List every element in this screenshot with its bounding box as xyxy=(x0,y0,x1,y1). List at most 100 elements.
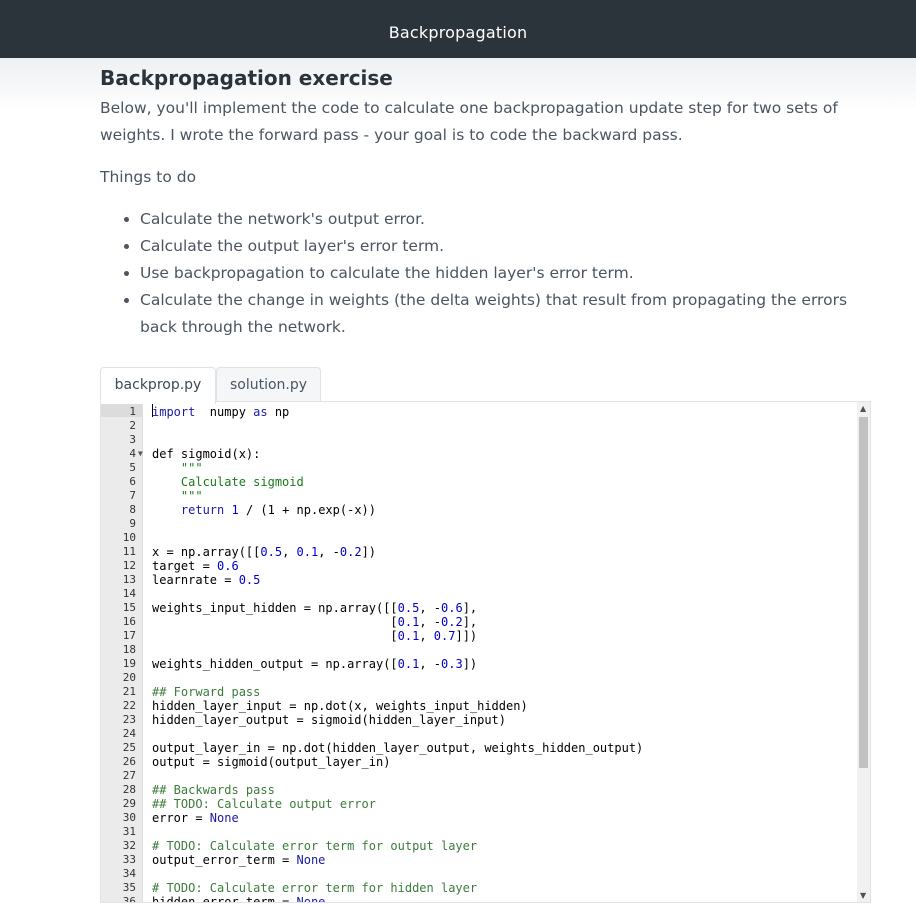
code-line[interactable]: 10 xyxy=(101,531,842,545)
code-lines[interactable]: 1 import numpy as np 2 3 4 ▼ def sigmoid(x): 5 … xyxy=(101,405,842,903)
line-number: 4 xyxy=(129,447,136,460)
code-line[interactable]: 3 xyxy=(101,433,842,447)
code-line[interactable]: 23 hidden_layer_output = sigmoid(hidden_l… xyxy=(101,713,842,727)
intro-paragraph: Below, you'll implement the code to calc… xyxy=(100,99,838,144)
code-line[interactable]: 19 weights_hidden_output = np.array([0.1,… xyxy=(101,657,842,671)
code-line[interactable]: 27 xyxy=(101,769,842,783)
line-number: 1 xyxy=(129,405,136,418)
code-token: , - xyxy=(419,601,442,615)
code-token: , - xyxy=(419,615,442,629)
code-line[interactable]: 34 xyxy=(101,867,842,881)
vertical-scrollbar[interactable]: ▲ ▼ xyxy=(857,402,870,902)
line-number: 5 xyxy=(129,461,136,474)
code-text: target = 0.6 xyxy=(152,559,239,573)
code-line[interactable]: 16 [0.1, -0.2], xyxy=(101,615,842,629)
line-number: 15 xyxy=(122,601,136,614)
code-token: weights_input_hidden = np.array([[ xyxy=(152,601,398,615)
code-token: 0.1 xyxy=(397,629,420,643)
code-text: output_error_term = None xyxy=(152,853,325,867)
code-line[interactable]: 18 xyxy=(101,643,842,657)
code-line[interactable]: 15 weights_input_hidden = np.array([[0.5,… xyxy=(101,601,842,615)
line-number: 22 xyxy=(122,699,136,712)
code-line[interactable]: 9 xyxy=(101,517,842,531)
code-line[interactable]: 14 xyxy=(101,587,842,601)
code-line[interactable]: 2 xyxy=(101,419,842,433)
code-line[interactable]: 30 error = None xyxy=(101,811,842,825)
code-text: """ xyxy=(152,461,203,475)
code-text: output = sigmoid(output_layer_in) xyxy=(152,755,390,769)
code-token: 0.5 xyxy=(238,573,261,587)
code-token: hidden_layer_input = np.dot(x, weights_i… xyxy=(152,699,528,713)
code-line[interactable]: 1 import numpy as np xyxy=(101,405,842,419)
code-token: [ xyxy=(152,615,398,629)
code-token: # TODO: Calculate error term for output … xyxy=(152,839,478,853)
line-number: 7 xyxy=(129,489,136,502)
code-line[interactable]: 5 """ xyxy=(101,461,842,475)
code-text: # TODO: Calculate error term for hidden … xyxy=(152,881,477,895)
code-line[interactable]: 22 hidden_layer_input = np.dot(x, weights… xyxy=(101,699,842,713)
code-line[interactable]: 8 return 1 / (1 + np.exp(-x)) xyxy=(101,503,842,517)
code-line[interactable]: 13 learnrate = 0.5 xyxy=(101,573,842,587)
code-line[interactable]: 4 ▼ def sigmoid(x): xyxy=(101,447,842,461)
code-token: hidden_error_term = xyxy=(152,895,297,903)
tab-solution-py[interactable]: solution.py xyxy=(216,367,321,402)
code-line[interactable]: 35 # TODO: Calculate error term for hidde… xyxy=(101,881,842,895)
code-token: None xyxy=(296,853,326,867)
code-text: """ xyxy=(152,489,203,503)
todo-item: Use backpropagation to calculate the hid… xyxy=(140,260,880,287)
line-number: 21 xyxy=(122,685,136,698)
code-token: # TODO: Calculate error term for hidden … xyxy=(152,881,478,895)
code-token: 0.7 xyxy=(433,629,456,643)
line-number: 17 xyxy=(122,629,136,642)
line-number: 9 xyxy=(129,517,136,530)
code-token: 0.5 xyxy=(260,545,283,559)
code-editor[interactable]: 1 import numpy as np 2 3 4 ▼ def sigmoid(x): 5 … xyxy=(100,401,871,903)
code-text: import numpy as np xyxy=(152,405,289,419)
line-number: 6 xyxy=(129,475,136,488)
scroll-down-icon[interactable]: ▼ xyxy=(860,891,866,900)
code-token: 0.1 xyxy=(296,545,319,559)
code-line[interactable]: 6 Calculate sigmoid xyxy=(101,475,842,489)
tab-backprop-py[interactable]: backprop.py xyxy=(100,367,216,404)
code-line[interactable]: 36 hidden_error_term = None xyxy=(101,895,842,903)
scroll-up-icon[interactable]: ▲ xyxy=(860,404,866,413)
code-line[interactable]: 31 xyxy=(101,825,842,839)
code-token: 0.2 xyxy=(441,615,463,629)
code-line[interactable]: 29 ## TODO: Calculate output error xyxy=(101,797,842,811)
code-token: return xyxy=(152,503,232,517)
code-line[interactable]: 21 ## Forward pass xyxy=(101,685,842,699)
line-number: 28 xyxy=(122,783,136,796)
code-text: # TODO: Calculate error term for output … xyxy=(152,839,477,853)
code-token: Calculate sigmoid xyxy=(152,475,304,489)
code-line[interactable]: 24 xyxy=(101,727,842,741)
todo-item: Calculate the network's output error. xyxy=(140,206,880,233)
code-token: , xyxy=(419,629,434,643)
code-line[interactable]: 26 output = sigmoid(output_layer_in) xyxy=(101,755,842,769)
line-number: 12 xyxy=(122,559,136,572)
code-text: x = np.array([[0.5, 0.1, -0.2]) xyxy=(152,545,376,559)
code-token: 0.6 xyxy=(217,559,239,573)
code-line[interactable]: 28 ## Backwards pass xyxy=(101,783,842,797)
code-line[interactable]: 12 target = 0.6 xyxy=(101,559,842,573)
code-token: ## TODO: Calculate output error xyxy=(152,797,376,811)
code-text: hidden_error_term = None xyxy=(152,895,325,903)
code-token: 0.1 xyxy=(397,615,420,629)
code-text: [0.1, 0.7]]) xyxy=(152,629,477,643)
code-token: , - xyxy=(318,545,340,559)
code-token: learnrate = xyxy=(152,573,239,587)
code-token: output_layer_in = np.dot(hidden_layer_ou… xyxy=(152,741,644,755)
code-line[interactable]: 20 xyxy=(101,671,842,685)
code-token: x = np.array([[ xyxy=(152,545,261,559)
code-line[interactable]: 32 # TODO: Calculate error term for outpu… xyxy=(101,839,842,853)
line-number: 33 xyxy=(122,853,136,866)
code-token: None xyxy=(209,811,239,825)
code-line[interactable]: 7 """ xyxy=(101,489,842,503)
scrollbar-thumb[interactable] xyxy=(859,417,868,768)
code-line[interactable]: 33 output_error_term = None xyxy=(101,853,842,867)
code-line[interactable]: 25 output_layer_in = np.dot(hidden_layer_… xyxy=(101,741,842,755)
code-line[interactable]: 17 [0.1, 0.7]]) xyxy=(101,629,842,643)
fold-toggle-icon[interactable]: ▼ xyxy=(138,447,143,461)
code-text: Calculate sigmoid xyxy=(152,475,304,489)
code-text: weights_input_hidden = np.array([[0.5, -… xyxy=(152,601,477,615)
code-line[interactable]: 11 x = np.array([[0.5, 0.1, -0.2]) xyxy=(101,545,842,559)
